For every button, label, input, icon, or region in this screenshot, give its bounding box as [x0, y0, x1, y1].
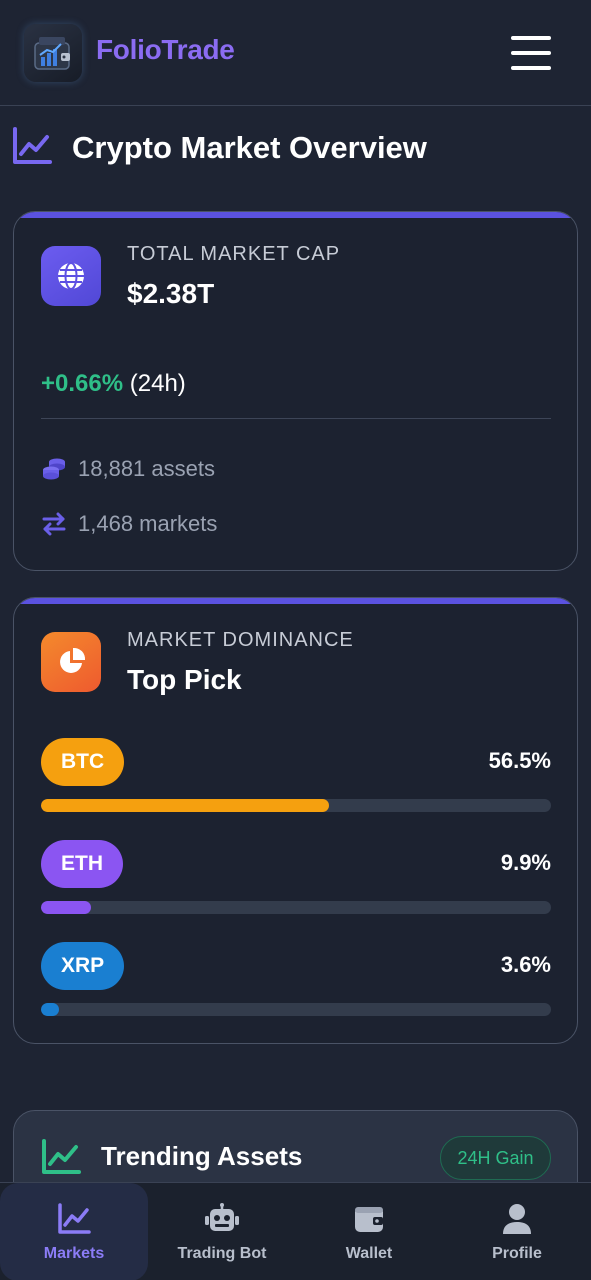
nav-label: Markets	[43, 1245, 105, 1262]
change-percent: +0.66%	[41, 370, 124, 397]
dominance-percent: 9.9%	[500, 850, 551, 875]
markets-count: 1,468 markets	[78, 511, 218, 536]
page-title: Crypto Market Overview	[72, 130, 427, 165]
user-icon	[499, 1201, 535, 1237]
globe-icon	[41, 246, 101, 306]
line-chart-icon	[41, 1139, 81, 1180]
nav-profile[interactable]: Profile	[443, 1183, 591, 1280]
coin-pill: XRP	[41, 942, 125, 990]
coins-icon	[41, 456, 67, 482]
nav-trading-bot[interactable]: Trading Bot	[148, 1183, 296, 1280]
gain-badge[interactable]: 24H Gain	[440, 1136, 551, 1180]
markets-stat: 1,468 markets	[41, 511, 217, 537]
pie-chart-icon	[41, 632, 101, 692]
wallet-icon	[351, 1201, 387, 1237]
page-title-row: Crypto Market Overview	[12, 126, 427, 170]
nav-label: Profile	[492, 1245, 542, 1262]
nav-label: Wallet	[345, 1245, 393, 1262]
app-header: FolioTrade	[0, 0, 591, 106]
nav-wallet[interactable]: Wallet	[295, 1183, 443, 1280]
brand-name: FolioTrade	[96, 34, 235, 65]
dominance-bar-track	[41, 1003, 551, 1016]
dominance-label: MARKET DOMINANCE	[127, 629, 354, 651]
dominance-percent: 56.5%	[488, 748, 551, 773]
market-cap-change: +0.66% (24h)	[41, 370, 186, 398]
dominance-bar-track	[41, 799, 551, 812]
assets-count: 18,881 assets	[78, 456, 215, 481]
bottom-nav: Markets Trading Bot Wallet Profile	[0, 1182, 591, 1280]
dominance-bar-fill	[41, 1003, 60, 1016]
coin-pill: ETH	[41, 840, 123, 888]
market-cap-card: TOTAL MARKET CAP $2.38T +0.66% (24h) 18,…	[13, 211, 578, 571]
assets-stat: 18,881 assets	[41, 456, 215, 482]
dominance-bar-fill	[41, 799, 330, 812]
market-cap-label: TOTAL MARKET CAP	[127, 243, 341, 265]
dominance-percent: 3.6%	[500, 952, 551, 977]
hamburger-menu-icon[interactable]	[508, 36, 554, 70]
dominance-value: Top Pick	[127, 664, 242, 695]
wallet-chart-icon[interactable]	[24, 24, 82, 82]
market-cap-value: $2.38T	[127, 278, 215, 309]
change-period: (24h)	[129, 370, 186, 397]
dominance-bar-fill	[41, 901, 92, 914]
exchange-arrows-icon	[41, 511, 67, 537]
nav-label: Trading Bot	[177, 1245, 267, 1262]
coin-pill: BTC	[41, 738, 125, 786]
dominance-card: MARKET DOMINANCE Top Pick BTC 56.5% ETH 9.9…	[13, 597, 578, 1044]
trending-title: Trending Assets	[101, 1141, 303, 1171]
dominance-bar-track	[41, 901, 551, 914]
nav-markets[interactable]: Markets	[0, 1183, 148, 1280]
divider	[41, 418, 551, 419]
line-chart-icon	[12, 126, 52, 170]
robot-icon	[204, 1201, 240, 1237]
chart-icon	[56, 1201, 92, 1237]
